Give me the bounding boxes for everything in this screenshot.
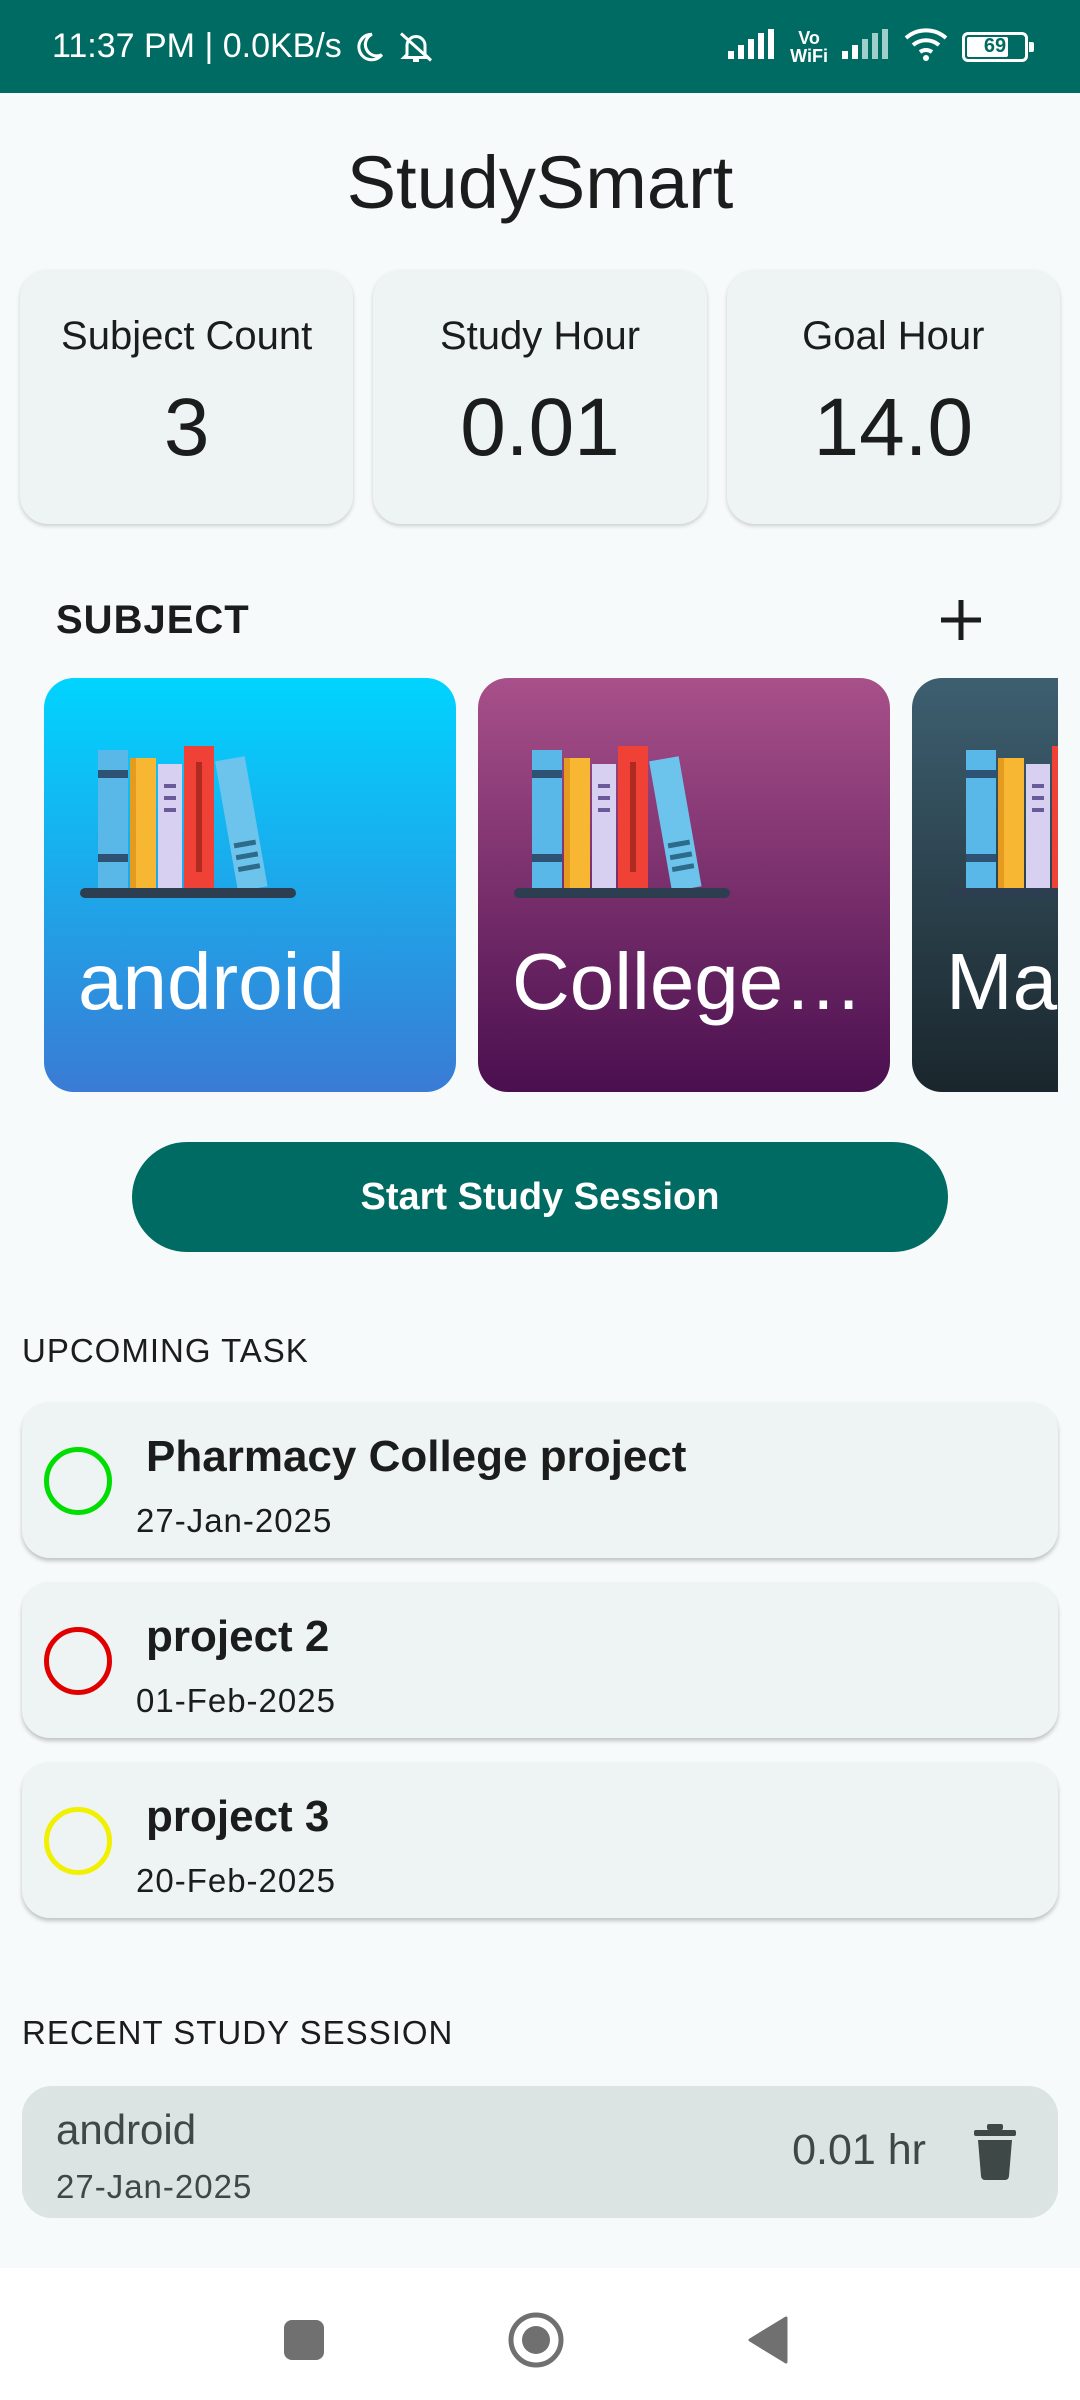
signal-icon <box>728 29 776 64</box>
status-bar: 11:37 PM | 0.0KB/s Vo WiFi 69 <box>0 0 1080 93</box>
subject-carousel[interactable]: android College… Ma <box>44 678 1058 1092</box>
back-triangle-icon <box>748 2316 788 2364</box>
home-button[interactable] <box>506 2310 566 2370</box>
moon-icon <box>352 30 386 64</box>
task-date: 20-Feb-2025 <box>136 1862 336 1899</box>
subject-name: College… <box>512 937 864 1026</box>
stat-label: Subject Count <box>61 313 313 358</box>
subject-card[interactable]: Ma <box>912 678 1058 1092</box>
app-title: StudySmart <box>346 141 734 224</box>
vowifi-icon: Vo WiFi <box>790 29 828 65</box>
upcoming-task-title: UPCOMING TASK <box>22 1332 309 1369</box>
vowifi-top: Vo <box>798 27 820 48</box>
trash-icon <box>974 2124 1016 2180</box>
recents-button[interactable] <box>274 2310 334 2370</box>
task-title: project 2 <box>146 1612 330 1661</box>
stats-row: Subject Count 3 Study Hour 0.01 Goal Hou… <box>20 270 1060 524</box>
subject-name: Ma <box>946 937 1058 1026</box>
stat-label: Study Hour <box>439 313 641 358</box>
stat-card-subject-count: Subject Count 3 <box>20 270 354 524</box>
system-nav-bar <box>0 2268 1080 2400</box>
stat-value: 0.01 <box>460 381 620 473</box>
task-card[interactable]: project 3 20-Feb-2025 <box>22 1762 1058 1918</box>
delete-session-button[interactable] <box>970 2124 1020 2180</box>
session-date: 27-Jan-2025 <box>56 2168 253 2205</box>
vowifi-bottom: WiFi <box>790 45 828 66</box>
square-icon <box>284 2320 324 2360</box>
subject-card[interactable]: android <box>44 678 456 1092</box>
task-checkbox[interactable] <box>44 1627 112 1695</box>
battery-icon: 69 <box>962 31 1034 62</box>
task-card[interactable]: project 2 01-Feb-2025 <box>22 1582 1058 1738</box>
subject-section-title: SUBJECT <box>56 597 250 642</box>
start-study-session-button[interactable]: Start Study Session <box>132 1142 948 1252</box>
task-card[interactable]: Pharmacy College project 27-Jan-2025 <box>22 1402 1058 1558</box>
subject-name: android <box>78 937 345 1026</box>
status-time: 11:37 PM | 0.0KB/s <box>52 27 342 65</box>
session-card[interactable]: android 27-Jan-2025 0.01 hr <box>22 2086 1058 2218</box>
add-subject-button[interactable] <box>926 585 996 655</box>
session-duration: 0.01 hr <box>792 2126 926 2174</box>
wifi-icon <box>904 27 948 66</box>
recent-study-session-title: RECENT STUDY SESSION <box>22 2014 454 2051</box>
task-date: 01-Feb-2025 <box>136 1682 336 1719</box>
plus-icon <box>941 600 981 640</box>
status-right: Vo WiFi 69 <box>728 27 1034 66</box>
stat-value: 14.0 <box>813 381 974 473</box>
task-date: 27-Jan-2025 <box>136 1502 333 1539</box>
stat-value: 3 <box>163 381 210 473</box>
task-title: project 3 <box>146 1792 330 1841</box>
books-icon <box>948 746 1058 898</box>
task-title: Pharmacy College project <box>146 1432 687 1481</box>
home-circle-icon <box>508 2312 564 2368</box>
subject-header: SUBJECT <box>56 585 996 655</box>
back-button[interactable] <box>738 2310 798 2370</box>
signal-2-icon <box>842 29 890 64</box>
subject-card[interactable]: College… <box>478 678 890 1092</box>
task-checkbox[interactable] <box>44 1807 112 1875</box>
session-subject: android <box>56 2106 197 2153</box>
task-checkbox[interactable] <box>44 1447 112 1515</box>
books-icon <box>80 746 296 898</box>
status-left: 11:37 PM | 0.0KB/s <box>52 27 436 66</box>
stat-card-study-hour: Study Hour 0.01 <box>373 270 707 524</box>
stat-label: Goal Hour <box>802 313 985 358</box>
books-icon <box>514 746 730 898</box>
battery-level: 69 <box>983 35 1007 57</box>
bell-off-icon <box>396 29 436 65</box>
stat-card-goal-hour: Goal Hour 14.0 <box>726 270 1060 524</box>
